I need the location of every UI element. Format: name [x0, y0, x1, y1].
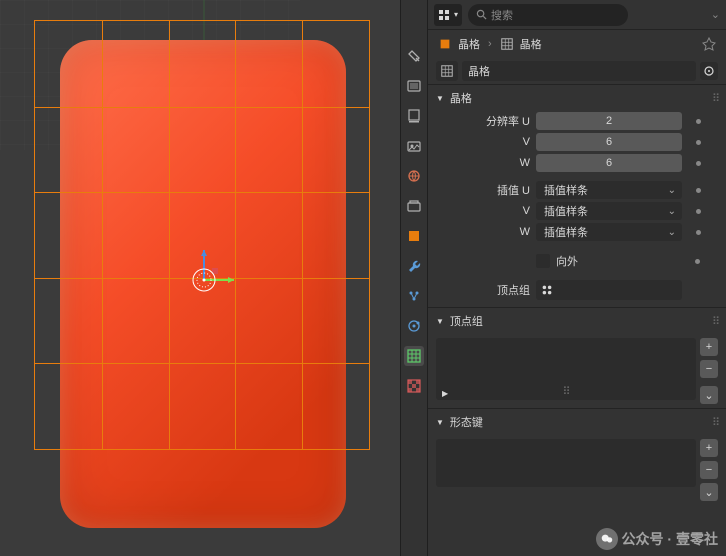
chevron-down-icon: ▼	[436, 94, 444, 103]
resolution-w-label: W	[436, 157, 530, 169]
anim-dot-icon[interactable]	[696, 119, 701, 124]
wechat-icon	[596, 528, 618, 550]
datablock-options-button[interactable]	[700, 62, 718, 80]
section-header-vgroup[interactable]: ▼顶点组⠿	[428, 308, 726, 334]
lattice-wireframe	[34, 20, 370, 450]
datablock-select[interactable]: 晶格	[462, 61, 696, 81]
properties-tabs	[400, 0, 428, 556]
drag-dots-icon: ⠿	[712, 416, 718, 429]
lattice-icon	[500, 37, 514, 51]
chevron-down-icon[interactable]: ⌄	[711, 8, 720, 21]
vgroup-icon	[540, 283, 554, 297]
interp-v-label: V	[436, 205, 530, 217]
display-mode-select[interactable]	[434, 4, 462, 26]
watermark: 公众号 · 壹零社	[596, 528, 718, 550]
section-header-lattice[interactable]: ▼晶格⠿	[428, 85, 726, 111]
add-button[interactable]: +	[700, 439, 718, 457]
breadcrumb-object: 晶格	[458, 36, 480, 52]
vgroup-field[interactable]	[536, 280, 682, 300]
drag-dots-icon: ⠿	[712, 315, 718, 328]
object-icon[interactable]	[404, 226, 424, 246]
anim-dot-icon[interactable]	[696, 209, 701, 214]
chevron-right-icon: ›	[488, 38, 492, 50]
resolution-u-label: 分辨率 U	[436, 113, 530, 129]
section-header-shapekeys[interactable]: ▼形态键⠿	[428, 409, 726, 435]
interp-u-select[interactable]: 插值样条	[536, 181, 682, 199]
chevron-down-icon: ▼	[436, 418, 444, 427]
interp-u-label: 插值 U	[436, 182, 530, 198]
search-icon	[476, 9, 487, 20]
drag-dots-icon: ⠿	[712, 92, 718, 105]
search-input[interactable]: 搜索	[468, 4, 628, 26]
resolution-v-label: V	[436, 136, 530, 148]
anim-dot-icon[interactable]	[696, 161, 701, 166]
breadcrumb-data: 晶格	[520, 36, 542, 52]
pin-icon[interactable]	[702, 37, 716, 51]
interp-w-select[interactable]: 插值样条	[536, 223, 682, 241]
anim-dot-icon[interactable]	[696, 188, 701, 193]
vgroup-list[interactable]: ▶⠿	[436, 338, 696, 400]
resolution-v-field[interactable]: 6	[536, 133, 682, 151]
specials-button[interactable]: ⌄	[700, 386, 718, 404]
remove-button[interactable]: −	[700, 461, 718, 479]
play-icon[interactable]: ▶	[442, 389, 448, 398]
anim-dot-icon[interactable]	[696, 230, 701, 235]
properties-panel: 搜索 ⌄ 晶格 › 晶格 晶格 ▼晶格⠿ 分辨率 U2 V6 W6 插值 U插值…	[428, 0, 726, 556]
anim-dot-icon[interactable]	[695, 259, 700, 264]
modifier-icon[interactable]	[404, 256, 424, 276]
render-icon[interactable]	[404, 76, 424, 96]
collection-icon[interactable]	[404, 196, 424, 216]
output-icon[interactable]	[404, 106, 424, 126]
remove-button[interactable]: −	[700, 360, 718, 378]
world-icon[interactable]	[404, 166, 424, 186]
resolution-w-field[interactable]: 6	[536, 154, 682, 172]
outside-label: 向外	[556, 253, 578, 269]
outside-checkbox[interactable]	[536, 254, 550, 268]
resolution-u-field[interactable]: 2	[536, 112, 682, 130]
viewport-3d[interactable]	[0, 0, 400, 556]
physics-icon[interactable]	[404, 316, 424, 336]
vgroup-label: 顶点组	[436, 282, 530, 298]
shapekeys-list[interactable]	[436, 439, 696, 487]
scene-icon[interactable]	[404, 136, 424, 156]
tool-icon[interactable]	[404, 46, 424, 66]
anim-dot-icon[interactable]	[696, 140, 701, 145]
object-icon	[438, 37, 452, 51]
breadcrumb: 晶格 › 晶格	[428, 30, 726, 58]
specials-button[interactable]: ⌄	[700, 483, 718, 501]
drag-dots-icon: ⠿	[562, 385, 569, 398]
interp-v-select[interactable]: 插值样条	[536, 202, 682, 220]
data-lattice-icon[interactable]	[404, 346, 424, 366]
particles-icon[interactable]	[404, 286, 424, 306]
lattice-data-icon[interactable]	[436, 61, 458, 81]
add-button[interactable]: +	[700, 338, 718, 356]
interp-w-label: W	[436, 226, 530, 238]
chevron-down-icon: ▼	[436, 317, 444, 326]
texture-icon[interactable]	[404, 376, 424, 396]
